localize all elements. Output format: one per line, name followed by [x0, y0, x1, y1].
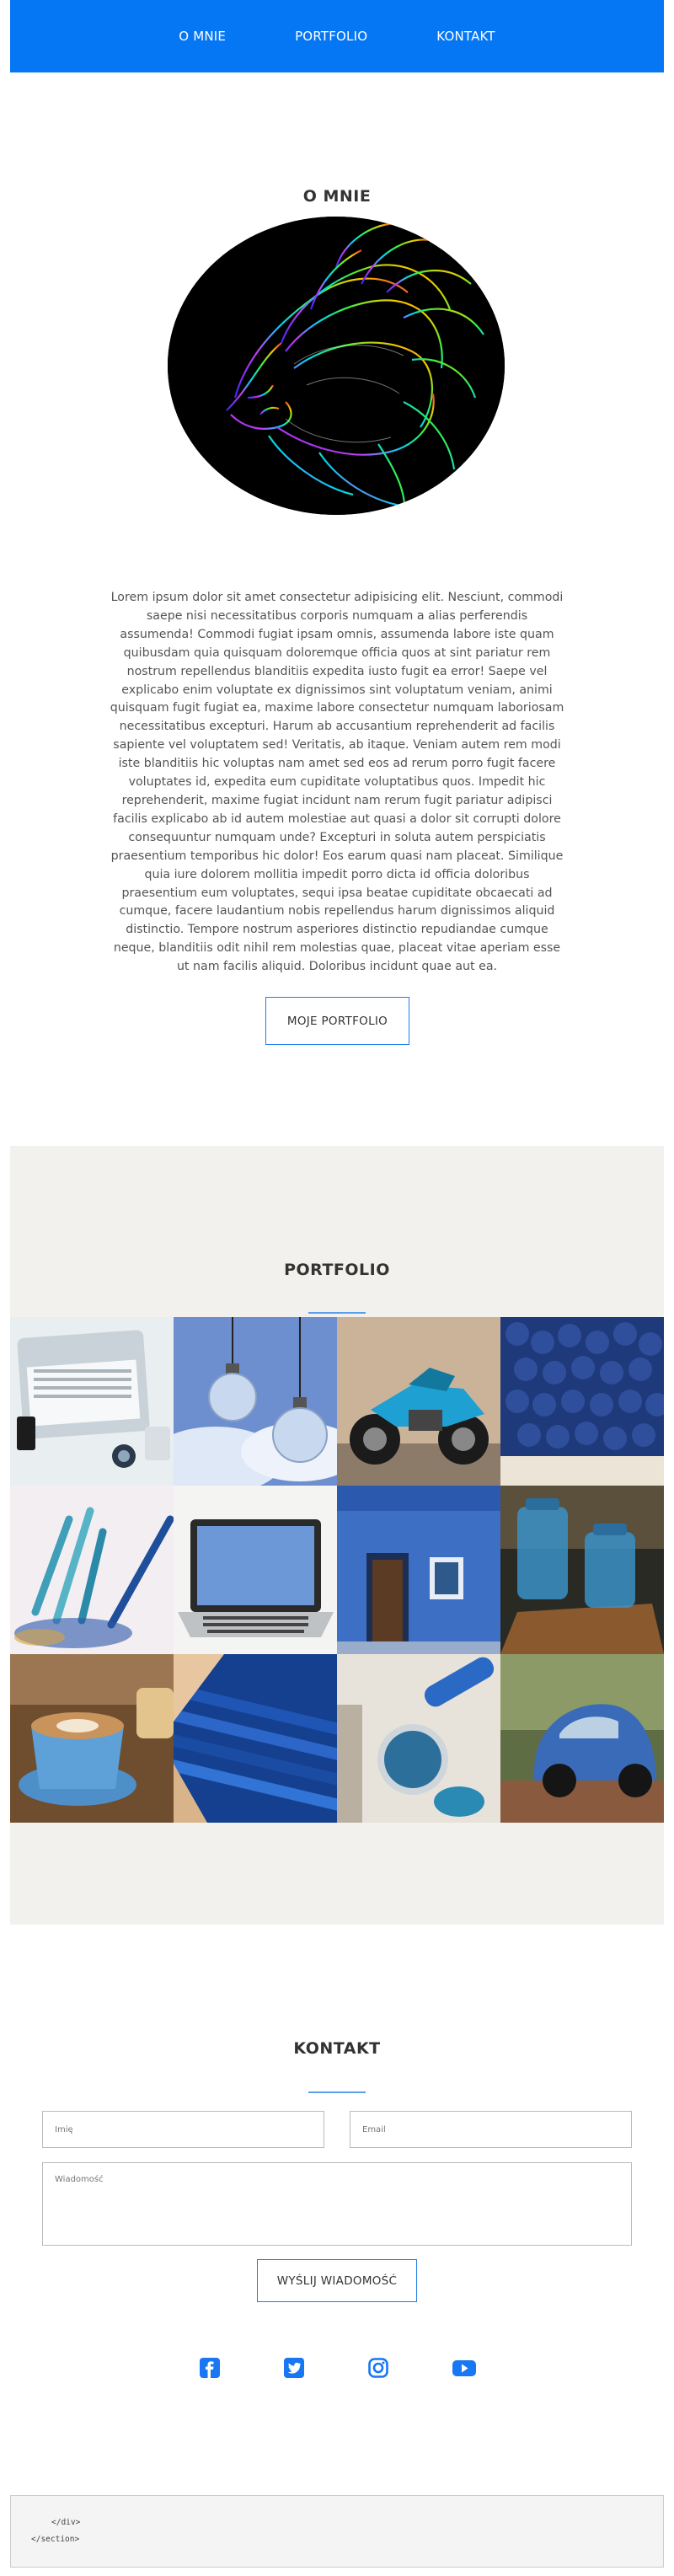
- send-message-button[interactable]: WYŚLIJ WIADOMOŚĆ: [257, 2259, 417, 2302]
- portfolio-grid: [10, 1317, 664, 1823]
- nav-link-o-mnie[interactable]: O MNIE: [179, 29, 226, 44]
- top-navbar: O MNIE PORTFOLIO KONTAKT: [10, 0, 664, 72]
- portfolio-item-coffee-cup[interactable]: [10, 1654, 174, 1823]
- portfolio-item-blueberries[interactable]: [500, 1317, 664, 1486]
- portfolio-item-colored-pencils[interactable]: [10, 1486, 174, 1654]
- footer-code-line-2: </section>: [31, 2535, 80, 2544]
- portfolio-item-blue-beetle-car[interactable]: [500, 1654, 664, 1823]
- nav-link-portfolio[interactable]: PORTFOLIO: [295, 29, 367, 44]
- email-field[interactable]: [350, 2111, 632, 2148]
- message-field[interactable]: [42, 2162, 632, 2246]
- my-portfolio-button[interactable]: MOJE PORTFOLIO: [265, 997, 409, 1045]
- portfolio-item-light-bulbs[interactable]: [174, 1317, 337, 1486]
- instagram-icon[interactable]: [367, 2357, 389, 2379]
- contact-title-underline: [308, 2091, 366, 2093]
- contact-title: KONTAKT: [293, 2039, 381, 2058]
- youtube-icon[interactable]: [452, 2357, 477, 2379]
- lion-illustration: [168, 217, 505, 515]
- name-field[interactable]: [42, 2111, 324, 2148]
- portfolio-item-laptop[interactable]: [10, 1317, 174, 1486]
- about-text: Lorem ipsum dolor sit amet consectetur a…: [110, 591, 564, 974]
- facebook-icon[interactable]: [199, 2357, 221, 2379]
- portfolio-item-blue-house[interactable]: [337, 1486, 500, 1654]
- portfolio-title-underline: [308, 1312, 366, 1314]
- portfolio-item-paint-can[interactable]: [337, 1654, 500, 1823]
- portfolio-item-blue-pencils[interactable]: [174, 1654, 337, 1823]
- portfolio-title: PORTFOLIO: [284, 1261, 390, 1279]
- footer-code-line-1: </div>: [51, 2518, 81, 2527]
- portfolio-item-motorcycle[interactable]: [337, 1317, 500, 1486]
- about-title: O MNIE: [302, 187, 372, 206]
- lion-image: [168, 217, 505, 515]
- twitter-icon[interactable]: [283, 2357, 305, 2379]
- footer-code-block: </div> </section>: [10, 2495, 664, 2568]
- portfolio-item-blue-jars[interactable]: [500, 1486, 664, 1654]
- portfolio-item-laptop-on-table[interactable]: [174, 1486, 337, 1654]
- nav-link-kontakt[interactable]: KONTAKT: [436, 29, 495, 44]
